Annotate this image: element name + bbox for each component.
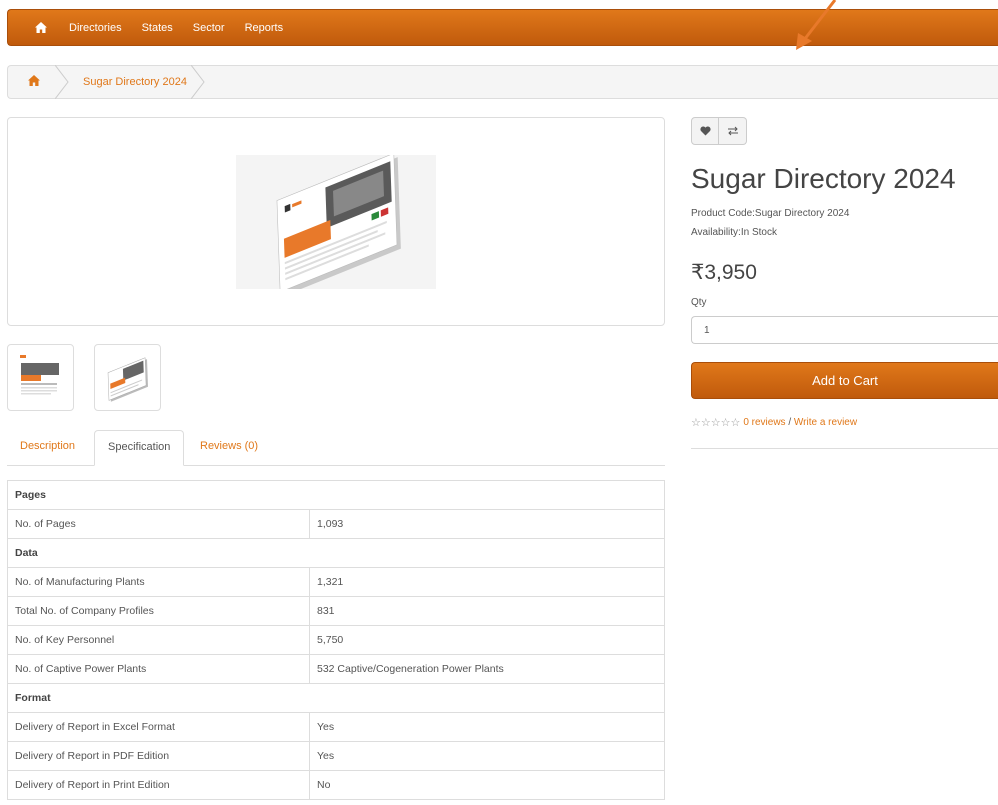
spec-value: No <box>309 770 665 800</box>
add-to-cart-button[interactable]: Add to Cart <box>691 362 998 399</box>
spec-value: Yes <box>309 712 665 742</box>
spec-key: No. of Captive Power Plants <box>7 654 310 684</box>
breadcrumb-separator <box>55 65 69 99</box>
spec-section-header: Data <box>7 538 665 568</box>
spec-value: 5,750 <box>309 625 665 655</box>
rating-row: ☆☆☆☆☆ 0 reviews / Write a review <box>691 416 857 429</box>
rating-stars-icon: ☆☆☆☆☆ <box>691 417 741 429</box>
spec-key: Delivery of Report in Print Edition <box>7 770 310 800</box>
product-price: ₹3,950 <box>691 261 757 284</box>
nav-item-directories[interactable]: Directories <box>49 22 132 34</box>
breadcrumb-current[interactable]: Sugar Directory 2024 <box>83 76 187 88</box>
qty-input[interactable] <box>691 316 998 344</box>
product-title: Sugar Directory 2024 <box>691 163 956 194</box>
divider <box>691 448 998 449</box>
product-main-image[interactable] <box>7 117 665 326</box>
spec-value: 1,093 <box>309 509 665 539</box>
spec-key: Delivery of Report in PDF Edition <box>7 741 310 771</box>
write-review-link[interactable]: Write a review <box>794 417 857 428</box>
spec-key: No. of Manufacturing Plants <box>7 567 310 597</box>
spec-section-title: Format <box>7 683 665 713</box>
tab-specification[interactable]: Specification <box>94 430 185 466</box>
spec-key: No. of Pages <box>7 509 310 539</box>
spec-key: Delivery of Report in Excel Format <box>7 712 310 742</box>
breadcrumb-home-icon[interactable] <box>28 75 40 89</box>
wishlist-button[interactable] <box>691 117 719 145</box>
spec-section-header: Pages <box>7 480 665 510</box>
table-row: Delivery of Report in Print Edition No <box>7 770 665 800</box>
product-availability: Availability:In Stock <box>691 227 777 238</box>
heart-icon <box>699 126 711 136</box>
nav-item-sector[interactable]: Sector <box>183 22 235 34</box>
spec-section-header: Format <box>7 683 665 713</box>
compare-button[interactable] <box>719 117 747 145</box>
specification-table: Pages No. of Pages 1,093 Data No. of Manufac… <box>7 480 665 800</box>
spec-value: 532 Captive/Cogeneration Power Plants <box>309 654 665 684</box>
reviews-separator: / <box>785 417 794 428</box>
spec-key: No. of Key Personnel <box>7 625 310 655</box>
product-cover-image <box>236 155 436 289</box>
table-row: No. of Manufacturing Plants 1,321 <box>7 567 665 597</box>
wishlist-compare-group <box>691 117 747 145</box>
table-row: Delivery of Report in PDF Edition Yes <box>7 741 665 771</box>
table-row: No. of Captive Power Plants 532 Captive/C… <box>7 654 665 684</box>
annotation-arrow <box>796 0 837 50</box>
spec-section-title: Pages <box>7 480 665 510</box>
tab-reviews[interactable]: Reviews (0) <box>187 430 271 465</box>
spec-value: 1,321 <box>309 567 665 597</box>
spec-value: Yes <box>309 741 665 771</box>
nav-item-states[interactable]: States <box>132 22 183 34</box>
table-row: Delivery of Report in Excel Format Yes <box>7 712 665 742</box>
tab-description[interactable]: Description <box>7 430 88 465</box>
product-code: Product Code:Sugar Directory 2024 <box>691 208 850 219</box>
exchange-icon <box>727 126 738 136</box>
home-icon[interactable] <box>33 21 49 35</box>
top-navbar: Directories States Sector Reports <box>7 9 998 46</box>
table-row: Total No. of Company Profiles 831 <box>7 596 665 626</box>
reviews-count-link[interactable]: 0 reviews <box>743 417 785 428</box>
table-row: No. of Pages 1,093 <box>7 509 665 539</box>
thumbnail-1-image <box>19 354 61 402</box>
spec-key: Total No. of Company Profiles <box>7 596 310 626</box>
qty-label: Qty <box>691 297 707 308</box>
breadcrumb: Sugar Directory 2024 <box>7 65 998 99</box>
table-row: No. of Key Personnel 5,750 <box>7 625 665 655</box>
thumbnail-1[interactable] <box>7 344 74 411</box>
thumbnail-2-image <box>107 357 148 402</box>
product-tabs: Description Specification Reviews (0) <box>7 430 665 466</box>
spec-section-title: Data <box>7 538 665 568</box>
breadcrumb-separator <box>191 65 205 99</box>
thumbnail-2[interactable] <box>94 344 161 411</box>
nav-item-reports[interactable]: Reports <box>235 22 294 34</box>
spec-value: 831 <box>309 596 665 626</box>
